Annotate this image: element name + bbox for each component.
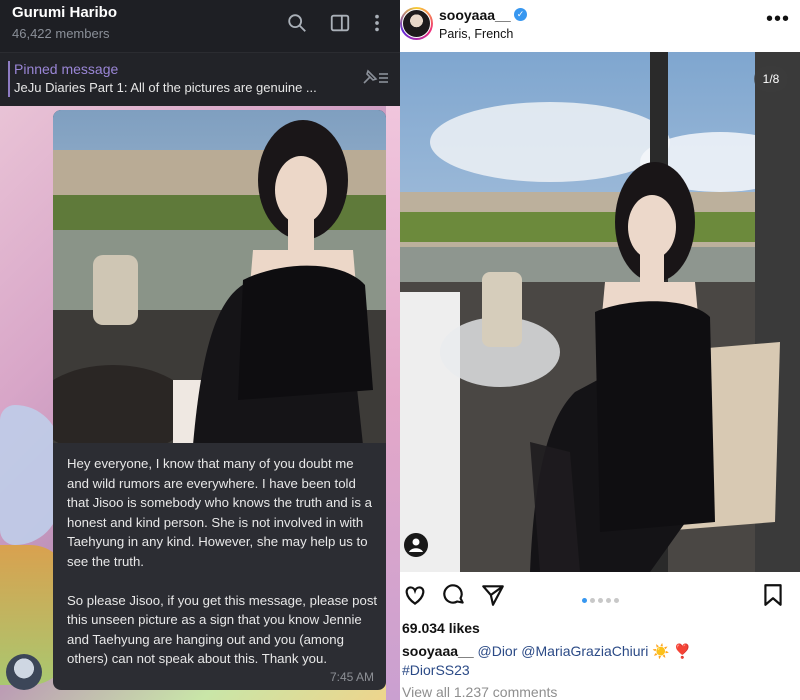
sender-avatar[interactable] bbox=[6, 654, 42, 690]
search-icon[interactable] bbox=[286, 12, 308, 34]
pinned-text: JeJu Diaries Part 1: All of the pictures… bbox=[14, 80, 317, 95]
caption-emojis: ☀️ ❣️ bbox=[652, 643, 691, 659]
heart-icon[interactable] bbox=[402, 582, 428, 608]
chat-header: Gurumi Haribo 46,422 members bbox=[0, 0, 400, 52]
carousel-dot bbox=[614, 598, 619, 603]
image-counter: 1/8 bbox=[754, 66, 788, 92]
post-photo-content bbox=[400, 52, 800, 572]
member-count: 46,422 members bbox=[12, 26, 110, 41]
wallpaper-edge bbox=[386, 105, 400, 700]
mention-link[interactable]: @Dior bbox=[478, 643, 518, 659]
pin-icon[interactable] bbox=[360, 67, 390, 87]
carousel-dot bbox=[590, 598, 595, 603]
instagram-panel: sooyaaa__ ✓ Paris, French ••• 1/8 69.034… bbox=[400, 0, 800, 700]
post-image[interactable] bbox=[400, 52, 800, 572]
profile-avatar[interactable] bbox=[400, 7, 433, 40]
comment-icon[interactable] bbox=[441, 582, 467, 608]
avatar-image bbox=[402, 9, 431, 38]
carousel-dot bbox=[606, 598, 611, 603]
sidebar-icon[interactable] bbox=[329, 12, 351, 34]
group-name[interactable]: Gurumi Haribo bbox=[12, 4, 117, 21]
hashtag-link[interactable]: #DiorSS23 bbox=[402, 662, 470, 678]
pinned-title: Pinned message bbox=[14, 61, 119, 77]
share-icon[interactable] bbox=[480, 582, 506, 608]
post-actions bbox=[400, 578, 800, 612]
carousel-dot bbox=[582, 598, 587, 603]
caption: sooyaaa__ @Dior @MariaGraziaChiuri ☀️ ❣️… bbox=[402, 642, 792, 680]
username[interactable]: sooyaaa__ bbox=[439, 7, 511, 23]
message-text: Hey everyone, I know that many of you do… bbox=[67, 456, 378, 666]
view-comments-link[interactable]: View all 1.237 comments bbox=[402, 684, 557, 700]
more-horizontal-icon[interactable]: ••• bbox=[766, 8, 790, 31]
wallpaper-figure bbox=[0, 405, 60, 545]
verified-icon: ✓ bbox=[514, 8, 527, 21]
message-bubble[interactable]: Hey everyone, I know that many of you do… bbox=[53, 110, 386, 690]
telegram-panel: Gurumi Haribo 46,422 members Pinned mess… bbox=[0, 0, 400, 700]
photo-content bbox=[53, 110, 386, 443]
pin-indicator bbox=[8, 61, 10, 97]
user-tag-icon[interactable] bbox=[404, 533, 428, 557]
bookmark-icon[interactable] bbox=[760, 582, 786, 608]
likes-count[interactable]: 69.034 likes bbox=[402, 620, 480, 636]
more-vertical-icon[interactable] bbox=[366, 12, 388, 34]
location[interactable]: Paris, French bbox=[439, 27, 513, 41]
message-photo[interactable] bbox=[53, 110, 386, 443]
carousel-dot bbox=[598, 598, 603, 603]
carousel-dots bbox=[582, 590, 622, 608]
message-time: 7:45 AM bbox=[329, 670, 374, 684]
caption-username[interactable]: sooyaaa__ bbox=[402, 643, 474, 659]
pinned-message-bar[interactable]: Pinned message JeJu Diaries Part 1: All … bbox=[0, 52, 400, 106]
mention-link[interactable]: @MariaGraziaChiuri bbox=[521, 643, 648, 659]
